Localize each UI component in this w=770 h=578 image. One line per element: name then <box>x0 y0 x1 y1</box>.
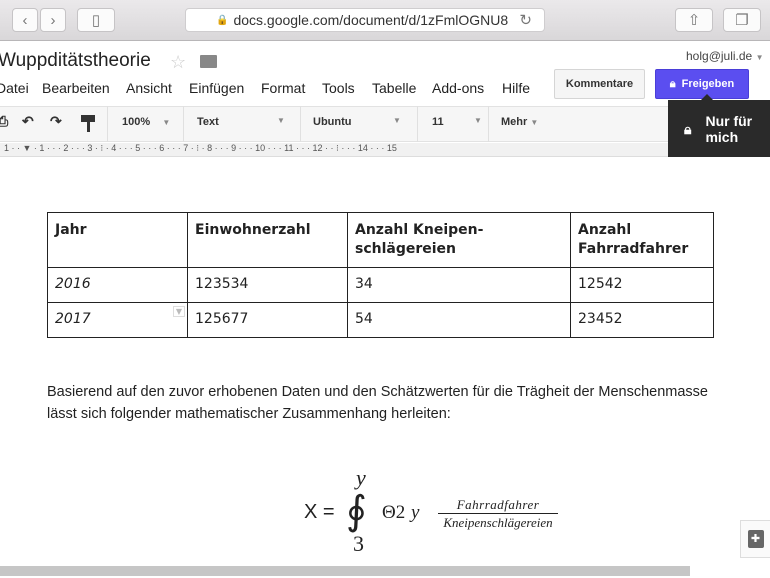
ruler[interactable]: 1 · · ▼ · 1 · · · 2 · · · 3 · ⁝ · 4 · · … <box>0 143 770 157</box>
undo-icon[interactable]: ↶ <box>22 113 34 130</box>
table-header[interactable]: Jahr <box>47 212 188 268</box>
reload-icon[interactable]: ↻ <box>519 11 532 29</box>
style-value: Text <box>197 116 219 128</box>
share-icon: ⇧ <box>687 12 701 29</box>
data-table: Jahr Einwohnerzahl Anzahl Kneipen-schläg… <box>47 212 714 338</box>
user-email: holg@juli.de <box>686 49 753 63</box>
equation-variable: y <box>411 502 420 523</box>
table-cell[interactable]: 123534 <box>187 267 348 303</box>
lock-icon: 🔒︎ <box>669 77 676 90</box>
fraction-numerator: Fahrradfahrer <box>438 497 558 514</box>
tabs-button[interactable]: ❐ <box>723 8 761 32</box>
table-cell[interactable]: 23452 <box>570 302 714 338</box>
browser-toolbar: ‹ › ▯ 🔒 docs.google.com/document/d/1zFml… <box>0 0 770 41</box>
print-icon[interactable]: ⎙ <box>0 113 8 130</box>
table-header[interactable]: Einwohnerzahl <box>187 212 348 268</box>
paint-format-handle <box>87 121 90 132</box>
document-title[interactable]: Wuppditätstheorie <box>0 50 151 72</box>
divider <box>488 106 489 142</box>
table-row: 2017 ▼ 125677 54 23452 <box>47 302 714 338</box>
table-cell[interactable]: 2016 <box>47 267 188 303</box>
menu-tabelle[interactable]: Tabelle <box>372 80 416 96</box>
sidebar-toggle-button[interactable]: ▯ <box>77 8 115 32</box>
menu-hilfe[interactable]: Hilfe <box>502 80 530 96</box>
menu-ansicht[interactable]: Ansicht <box>126 80 172 96</box>
lock-icon: 🔒 <box>216 14 229 26</box>
divider <box>183 106 184 142</box>
horizontal-scrollbar[interactable] <box>0 566 690 576</box>
lock-icon: 🔒︎ <box>684 120 692 137</box>
equation[interactable]: X = y ∮ 3 Θ2 y Fahrradfahrer Kneipenschl… <box>300 465 600 560</box>
more-button[interactable]: Mehr ▼ <box>501 116 538 128</box>
zoom-select[interactable]: 100% ▼ <box>122 116 170 128</box>
divider <box>107 106 108 142</box>
star-icon[interactable]: ☆ <box>170 52 186 73</box>
menu-datei[interactable]: Datei <box>0 80 29 96</box>
divider <box>417 106 418 142</box>
redo-icon[interactable]: ↷ <box>50 113 62 130</box>
comments-button[interactable]: Kommentare <box>554 69 645 99</box>
share-tooltip: 🔒︎ Nur für mich <box>668 94 770 157</box>
menu-format[interactable]: Format <box>261 80 305 96</box>
more-label: Mehr <box>501 116 528 128</box>
menu-tools[interactable]: Tools <box>322 80 355 96</box>
fraction-denominator: Kneipenschlägereien <box>443 515 553 530</box>
menu-bearbeiten[interactable]: Bearbeiten <box>42 80 110 96</box>
menu-einfuegen[interactable]: Einfügen <box>189 80 244 96</box>
table-header[interactable]: Anzahl Kneipen-schlägereien <box>347 212 571 268</box>
font-size-value: 11 <box>432 116 444 128</box>
font-select[interactable]: Ubuntu ▼ <box>313 116 401 128</box>
equation-term: Θ2 <box>382 502 406 523</box>
folder-icon[interactable] <box>200 55 217 68</box>
table-cell[interactable]: 54 <box>347 302 571 338</box>
account-menu[interactable]: holg@juli.de ▼ <box>686 49 764 63</box>
add-comment-button[interactable]: ✚ <box>740 520 770 558</box>
table-cell[interactable]: 125677 <box>187 302 348 338</box>
divider <box>300 106 301 142</box>
table-header-row: Jahr Einwohnerzahl Anzahl Kneipen-schläg… <box>47 212 714 268</box>
url-text: docs.google.com/document/d/1zFmlOGNU8 <box>233 12 509 28</box>
format-toolbar <box>0 106 770 142</box>
lower-limit: 3 <box>353 531 364 556</box>
contour-integral-symbol: ∮ <box>346 488 367 533</box>
comment-plus-icon: ✚ <box>747 530 764 548</box>
tooltip-text: Nur für mich <box>705 112 753 145</box>
forward-button[interactable]: › <box>40 8 66 32</box>
table-cell[interactable]: 12542 <box>570 267 714 303</box>
menu-addons[interactable]: Add-ons <box>432 80 484 96</box>
share-button[interactable]: ⇧ <box>675 8 713 32</box>
tabs-icon: ❐ <box>735 12 749 29</box>
cell-menu-icon[interactable]: ▼ <box>172 306 185 317</box>
font-size-select[interactable]: 11 ▼ <box>432 116 482 128</box>
zoom-value: 100% <box>122 116 151 128</box>
body-paragraph[interactable]: Basierend auf den zuvor erhobenen Daten … <box>47 381 727 425</box>
table-cell[interactable]: 2017 ▼ <box>47 302 188 338</box>
share-label: Freigeben <box>681 78 735 90</box>
table-row: 2016 123534 34 12542 <box>47 267 714 303</box>
table-header[interactable]: Anzahl Fahrradfahrer <box>570 212 714 268</box>
cell-text: 2017 <box>55 311 91 327</box>
table-cell[interactable]: 34 <box>347 267 571 303</box>
font-value: Ubuntu <box>313 116 352 128</box>
equation-lhs: X = <box>304 501 335 523</box>
sidebar-icon: ▯ <box>91 12 101 29</box>
back-button[interactable]: ‹ <box>12 8 38 32</box>
style-select[interactable]: Text ▼ <box>197 116 285 128</box>
address-bar[interactable]: 🔒 docs.google.com/document/d/1zFmlOGNU8 … <box>185 8 545 32</box>
